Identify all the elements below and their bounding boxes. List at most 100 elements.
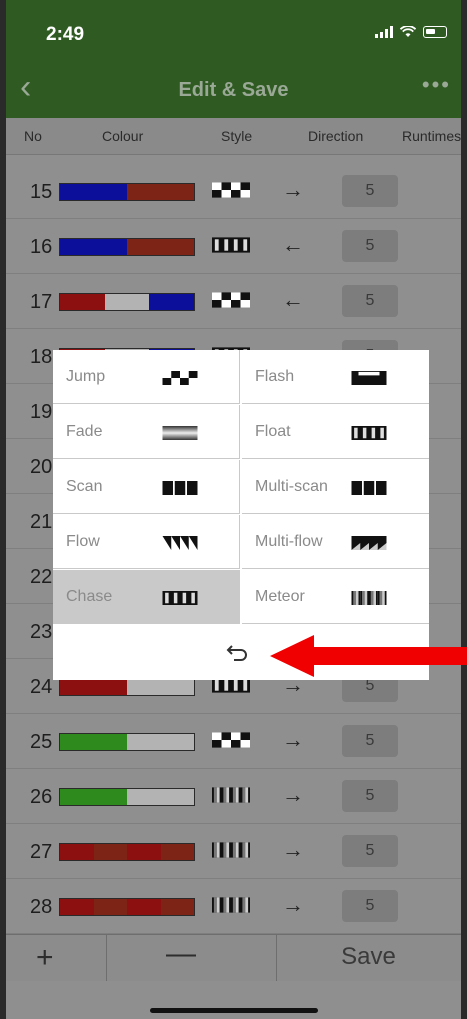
divider bbox=[106, 935, 107, 981]
colour-bar[interactable] bbox=[59, 733, 195, 751]
style-option-label: Multi-scan bbox=[255, 478, 328, 495]
remove-button[interactable]: — bbox=[166, 937, 196, 971]
row-number: 28 bbox=[30, 896, 53, 918]
style-option-jump[interactable]: Jump bbox=[53, 350, 240, 404]
style-option-label: Flow bbox=[66, 533, 100, 550]
style-option-label: Float bbox=[255, 423, 291, 440]
chase-icon bbox=[160, 591, 200, 605]
meteor-icon bbox=[349, 591, 389, 605]
float-icon bbox=[349, 426, 389, 440]
program-row[interactable]: 16 ← 5 bbox=[6, 218, 461, 274]
direction-arrow-icon[interactable]: ← bbox=[282, 287, 304, 313]
float-icon[interactable] bbox=[212, 237, 250, 254]
direction-arrow-icon[interactable]: ← bbox=[282, 232, 304, 258]
style-option-label: Scan bbox=[66, 478, 103, 495]
style-option-label: Chase bbox=[66, 588, 113, 605]
colour-segment bbox=[160, 844, 194, 860]
direction-arrow-icon[interactable]: → bbox=[282, 837, 304, 863]
row-number: 22 bbox=[30, 566, 53, 588]
jump-icon bbox=[160, 371, 200, 385]
colour-bar[interactable] bbox=[59, 238, 195, 256]
colour-segment bbox=[60, 294, 105, 310]
colour-bar[interactable] bbox=[59, 183, 195, 201]
phone-screen: 2:49 ‹ Edit & Save ••• No Colour Style D… bbox=[6, 0, 461, 1019]
program-row[interactable]: 25 → 5 bbox=[6, 713, 461, 769]
runtimes-field[interactable]: 5 bbox=[342, 230, 398, 262]
row-number: 16 bbox=[30, 236, 53, 258]
style-option-flow[interactable]: Flow bbox=[53, 515, 240, 569]
style-option-fade[interactable]: Fade bbox=[53, 405, 240, 459]
jump-icon[interactable] bbox=[212, 732, 250, 749]
direction-arrow-icon[interactable]: → bbox=[282, 782, 304, 808]
colour-segment bbox=[60, 899, 94, 915]
colour-segment bbox=[127, 734, 194, 750]
fade-icon bbox=[160, 426, 200, 440]
style-option-flash[interactable]: Flash bbox=[242, 350, 429, 404]
style-option-multi-flow[interactable]: Multi-flow bbox=[242, 515, 429, 569]
colour-segment bbox=[93, 844, 127, 860]
row-number: 20 bbox=[30, 456, 53, 478]
multi-scan-icon bbox=[349, 481, 389, 495]
style-option-label: Flash bbox=[255, 368, 295, 385]
row-number: 24 bbox=[30, 676, 53, 698]
program-row[interactable]: 27 → 5 bbox=[6, 823, 461, 879]
status-icons bbox=[375, 26, 447, 38]
scan-icon bbox=[160, 481, 200, 495]
runtimes-field[interactable]: 5 bbox=[342, 725, 398, 757]
save-button[interactable]: Save bbox=[276, 943, 461, 971]
program-row[interactable]: 26 → 5 bbox=[6, 768, 461, 824]
colour-segment bbox=[60, 734, 127, 750]
flash-icon bbox=[349, 371, 389, 385]
style-option-chase[interactable]: Chase bbox=[53, 570, 240, 624]
jump-icon[interactable] bbox=[212, 292, 250, 309]
col-direction: Direction bbox=[308, 128, 364, 144]
undo-icon[interactable] bbox=[225, 640, 251, 666]
colour-bar[interactable] bbox=[59, 843, 195, 861]
meteor-icon[interactable] bbox=[212, 842, 250, 859]
style-option-label: Jump bbox=[66, 368, 106, 385]
colour-segment bbox=[149, 294, 195, 310]
direction-arrow-icon[interactable]: → bbox=[282, 892, 304, 918]
flow-icon bbox=[160, 536, 200, 550]
page-title: Edit & Save bbox=[178, 79, 289, 101]
colour-segment bbox=[127, 899, 161, 915]
meteor-icon[interactable] bbox=[212, 787, 250, 804]
row-number: 18 bbox=[30, 346, 53, 368]
style-option-scan[interactable]: Scan bbox=[53, 460, 240, 514]
add-button[interactable]: + bbox=[36, 941, 54, 975]
meteor-icon[interactable] bbox=[212, 897, 250, 914]
runtimes-field[interactable]: 5 bbox=[342, 835, 398, 867]
bottom-toolbar: + — Save bbox=[6, 934, 461, 981]
annotation-arrow bbox=[270, 635, 467, 677]
colour-bar[interactable] bbox=[59, 678, 195, 696]
colour-bar[interactable] bbox=[59, 788, 195, 806]
colour-segment bbox=[127, 239, 194, 255]
colour-segment bbox=[127, 844, 161, 860]
program-row[interactable]: 17 ← 5 bbox=[6, 273, 461, 329]
style-option-float[interactable]: Float bbox=[242, 405, 429, 459]
runtimes-field[interactable]: 5 bbox=[342, 780, 398, 812]
runtimes-field[interactable]: 5 bbox=[342, 175, 398, 207]
row-number: 27 bbox=[30, 841, 53, 863]
colour-segment bbox=[60, 184, 127, 200]
runtimes-field[interactable]: 5 bbox=[342, 285, 398, 317]
style-option-multi-scan[interactable]: Multi-scan bbox=[242, 460, 429, 514]
style-option-label: Fade bbox=[66, 423, 103, 440]
runtimes-field[interactable]: 5 bbox=[342, 890, 398, 922]
colour-bar[interactable] bbox=[59, 293, 195, 311]
colour-segment bbox=[127, 679, 194, 695]
jump-icon[interactable] bbox=[212, 182, 250, 199]
colour-segment bbox=[127, 184, 194, 200]
program-row[interactable]: 28 → 5 bbox=[6, 878, 461, 934]
col-no: No bbox=[24, 128, 42, 144]
row-number: 26 bbox=[30, 786, 53, 808]
direction-arrow-icon[interactable]: → bbox=[282, 177, 304, 203]
colour-bar[interactable] bbox=[59, 898, 195, 916]
colour-segment bbox=[60, 789, 127, 805]
style-option-meteor[interactable]: Meteor bbox=[242, 570, 429, 624]
more-button[interactable]: ••• bbox=[422, 72, 451, 98]
colour-segment bbox=[127, 789, 194, 805]
direction-arrow-icon[interactable]: → bbox=[282, 727, 304, 753]
program-row[interactable]: 15 → 5 bbox=[6, 163, 461, 219]
home-indicator[interactable] bbox=[150, 1008, 318, 1013]
